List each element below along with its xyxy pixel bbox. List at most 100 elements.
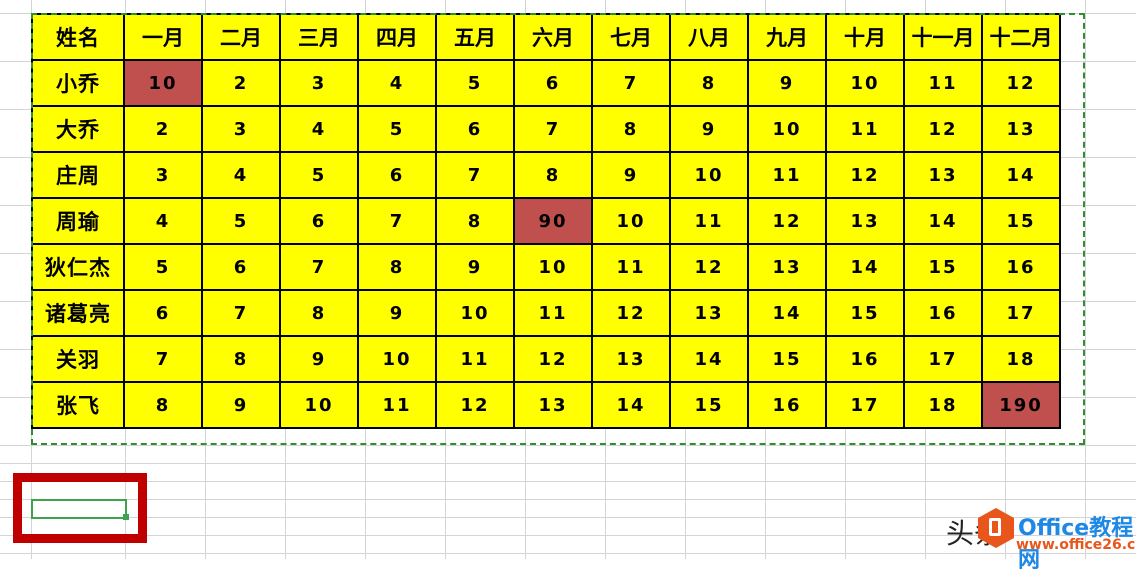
value-cell[interactable]: 12	[747, 197, 827, 245]
value-cell[interactable]: 11	[357, 381, 437, 429]
value-cell[interactable]: 6	[435, 105, 515, 153]
value-cell[interactable]: 10	[669, 151, 749, 199]
value-cell[interactable]: 7	[279, 243, 359, 291]
value-cell[interactable]: 7	[201, 289, 281, 337]
value-cell[interactable]: 3	[123, 151, 203, 199]
value-cell[interactable]: 11	[825, 105, 905, 153]
value-cell[interactable]: 6	[123, 289, 203, 337]
value-cell[interactable]: 7	[123, 335, 203, 383]
value-cell[interactable]: 3	[201, 105, 281, 153]
header-month[interactable]: 五月	[435, 13, 515, 61]
header-month[interactable]: 六月	[513, 13, 593, 61]
value-cell[interactable]: 12	[435, 381, 515, 429]
value-cell[interactable]: 12	[591, 289, 671, 337]
header-month[interactable]: 四月	[357, 13, 437, 61]
value-cell[interactable]: 7	[435, 151, 515, 199]
value-cell[interactable]: 9	[357, 289, 437, 337]
value-cell[interactable]: 10	[279, 381, 359, 429]
value-cell[interactable]: 11	[435, 335, 515, 383]
row-name-cell[interactable]: 关羽	[31, 335, 125, 383]
value-cell[interactable]: 3	[279, 59, 359, 107]
value-cell[interactable]: 16	[903, 289, 983, 337]
value-cell[interactable]: 12	[669, 243, 749, 291]
header-month[interactable]: 十一月	[903, 13, 983, 61]
value-cell[interactable]: 15	[903, 243, 983, 291]
value-cell[interactable]: 9	[747, 59, 827, 107]
value-cell[interactable]: 11	[513, 289, 593, 337]
value-cell[interactable]: 4	[123, 197, 203, 245]
active-cell[interactable]	[31, 499, 127, 519]
value-cell[interactable]: 8	[201, 335, 281, 383]
row-name-cell[interactable]: 狄仁杰	[31, 243, 125, 291]
value-cell[interactable]: 10	[591, 197, 671, 245]
value-cell[interactable]: 13	[825, 197, 905, 245]
value-cell[interactable]: 6	[279, 197, 359, 245]
value-cell[interactable]: 5	[201, 197, 281, 245]
value-cell[interactable]: 18	[981, 335, 1061, 383]
value-cell[interactable]: 8	[357, 243, 437, 291]
value-cell[interactable]: 9	[435, 243, 515, 291]
header-month[interactable]: 十二月	[981, 13, 1061, 61]
header-name[interactable]: 姓名	[31, 13, 125, 61]
value-cell[interactable]: 15	[669, 381, 749, 429]
value-cell[interactable]: 8	[513, 151, 593, 199]
value-cell[interactable]: 9	[591, 151, 671, 199]
value-cell[interactable]: 4	[201, 151, 281, 199]
header-month[interactable]: 二月	[201, 13, 281, 61]
value-cell[interactable]: 14	[669, 335, 749, 383]
value-cell[interactable]: 11	[903, 59, 983, 107]
value-cell[interactable]: 17	[903, 335, 983, 383]
value-cell[interactable]: 4	[357, 59, 437, 107]
value-cell[interactable]: 16	[747, 381, 827, 429]
value-cell[interactable]: 13	[669, 289, 749, 337]
value-cell[interactable]: 15	[981, 197, 1061, 245]
value-cell[interactable]: 18	[903, 381, 983, 429]
value-cell[interactable]: 7	[513, 105, 593, 153]
value-cell[interactable]: 9	[279, 335, 359, 383]
value-cell[interactable]: 13	[981, 105, 1061, 153]
value-cell[interactable]: 13	[903, 151, 983, 199]
value-cell[interactable]: 8	[435, 197, 515, 245]
value-cell[interactable]: 2	[201, 59, 281, 107]
value-cell[interactable]: 17	[825, 381, 905, 429]
value-cell[interactable]: 14	[825, 243, 905, 291]
value-cell[interactable]: 8	[123, 381, 203, 429]
value-cell[interactable]: 8	[591, 105, 671, 153]
header-month[interactable]: 九月	[747, 13, 827, 61]
row-name-cell[interactable]: 小乔	[31, 59, 125, 107]
header-month[interactable]: 八月	[669, 13, 749, 61]
row-name-cell[interactable]: 庄周	[31, 151, 125, 199]
value-cell[interactable]: 11	[591, 243, 671, 291]
value-cell[interactable]: 5	[279, 151, 359, 199]
row-name-cell[interactable]: 周瑜	[31, 197, 125, 245]
value-cell[interactable]: 10	[357, 335, 437, 383]
value-cell[interactable]: 15	[825, 289, 905, 337]
value-cell[interactable]: 8	[669, 59, 749, 107]
header-month[interactable]: 一月	[123, 13, 203, 61]
value-cell[interactable]: 16	[825, 335, 905, 383]
value-cell[interactable]: 13	[513, 381, 593, 429]
value-cell[interactable]: 8	[279, 289, 359, 337]
value-cell[interactable]: 2	[123, 105, 203, 153]
value-cell[interactable]: 9	[669, 105, 749, 153]
value-cell[interactable]: 5	[123, 243, 203, 291]
value-cell[interactable]: 7	[357, 197, 437, 245]
value-cell[interactable]: 4	[279, 105, 359, 153]
value-cell[interactable]: 12	[981, 59, 1061, 107]
value-cell[interactable]: 14	[747, 289, 827, 337]
value-cell[interactable]: 5	[357, 105, 437, 153]
value-cell[interactable]: 14	[981, 151, 1061, 199]
value-cell[interactable]: 7	[591, 59, 671, 107]
value-cell[interactable]: 6	[513, 59, 593, 107]
value-cell[interactable]: 11	[747, 151, 827, 199]
row-name-cell[interactable]: 张飞	[31, 381, 125, 429]
value-cell[interactable]: 15	[747, 335, 827, 383]
value-cell[interactable]: 14	[903, 197, 983, 245]
highlighted-value-cell[interactable]: 90	[513, 197, 593, 245]
row-name-cell[interactable]: 大乔	[31, 105, 125, 153]
value-cell[interactable]: 12	[903, 105, 983, 153]
value-cell[interactable]: 11	[669, 197, 749, 245]
value-cell[interactable]: 13	[591, 335, 671, 383]
value-cell[interactable]: 10	[435, 289, 515, 337]
row-name-cell[interactable]: 诸葛亮	[31, 289, 125, 337]
